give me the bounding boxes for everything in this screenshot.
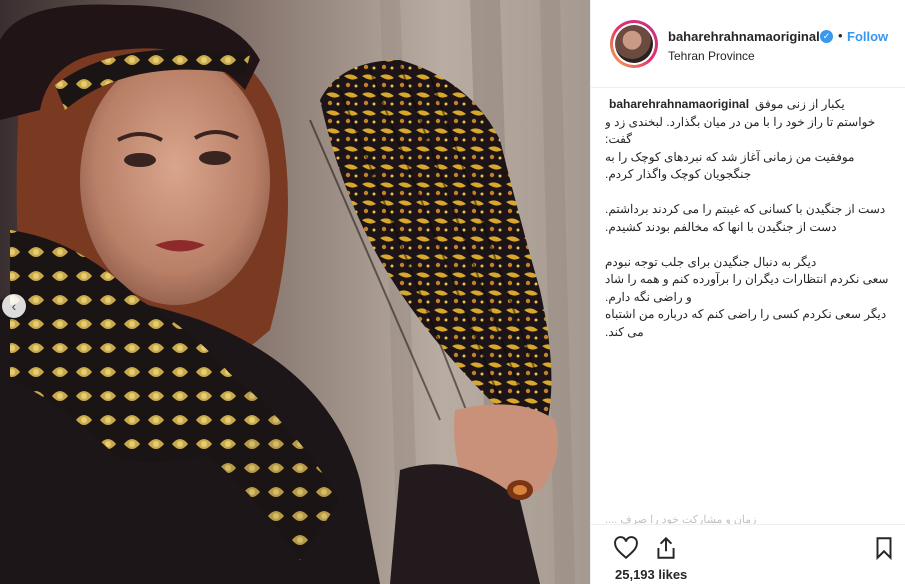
caption-line: دیگر سعی نکردم کسی را راضی کنم که درباره… bbox=[605, 307, 887, 339]
bookmark-icon[interactable] bbox=[871, 535, 897, 561]
caption-username[interactable]: baharehrahnamaoriginal bbox=[609, 96, 749, 114]
caption-line: موفقیت من زمانی آغاز شد که نبردهای کوچک … bbox=[605, 149, 855, 182]
caption-line: دست از جنگیدن با انها که مخالفم بودند کش… bbox=[605, 219, 837, 234]
verified-badge-icon: ✓ bbox=[820, 30, 833, 43]
username-link[interactable]: baharehrahnamaoriginal bbox=[668, 29, 820, 44]
avatar-image bbox=[615, 25, 653, 63]
post-caption: baharehrahnamaoriginal یکبار از زنی موفق… bbox=[605, 96, 895, 520]
share-icon[interactable] bbox=[653, 535, 679, 561]
separator-dot: • bbox=[838, 28, 843, 43]
photo-illustration bbox=[0, 0, 590, 584]
caption-line: دیگر به دنبال جنگیدن برای جلب توجه نبودم bbox=[605, 254, 817, 269]
likes-count[interactable]: 25,193 likes bbox=[615, 567, 687, 582]
caption-line: دست از جنگیدن با کسانی که غیبتم را می کر… bbox=[605, 202, 886, 216]
location-link[interactable]: Tehran Province bbox=[668, 49, 755, 63]
post-photo[interactable]: ‹ bbox=[0, 0, 590, 584]
caption-line: خواستم تا راز خود را با من در میان بگذار… bbox=[605, 114, 876, 147]
avatar-frame bbox=[613, 23, 655, 65]
chevron-left-icon[interactable]: ‹ bbox=[2, 294, 26, 318]
follow-button[interactable]: Follow bbox=[847, 29, 888, 44]
post-sidebar: baharehrahnamaoriginal ✓ • Follow Tehran… bbox=[590, 0, 905, 584]
heart-icon[interactable] bbox=[613, 535, 639, 561]
post-actions: 25,193 likes bbox=[591, 524, 905, 584]
post-header: baharehrahnamaoriginal ✓ • Follow Tehran… bbox=[591, 0, 905, 88]
avatar[interactable] bbox=[610, 20, 658, 68]
caption-line: سعی نکردم انتظارات دیگران را برآورده کنم… bbox=[605, 272, 889, 304]
